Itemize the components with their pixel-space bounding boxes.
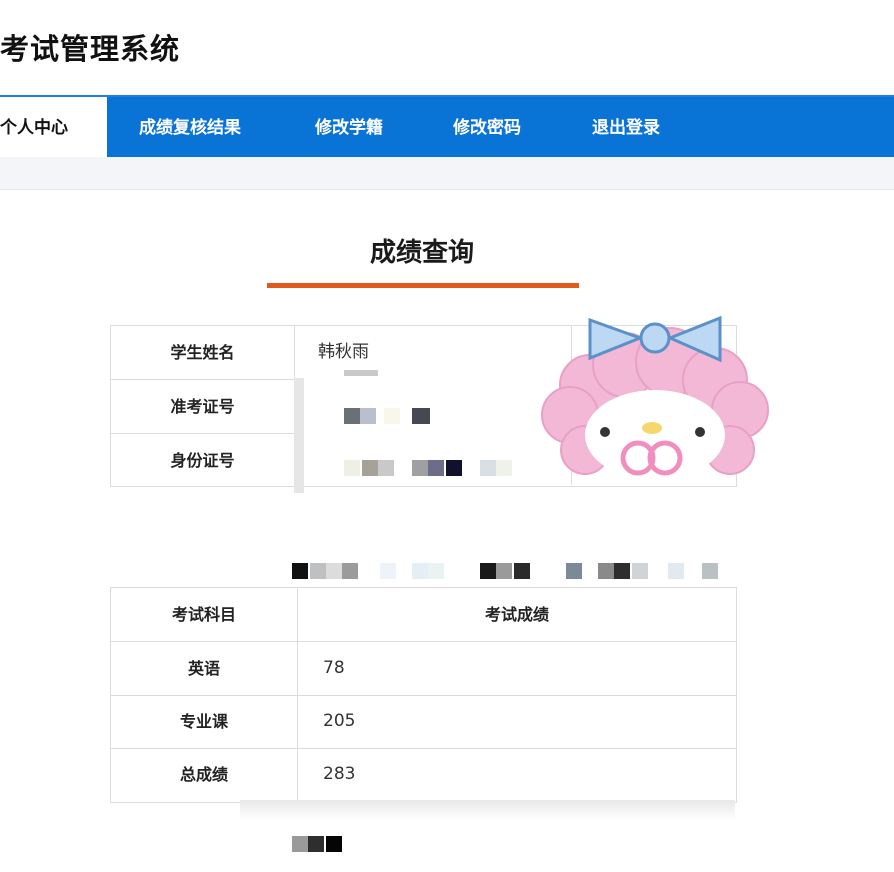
table-row: 英语 78	[111, 642, 736, 696]
nav-item-review-results[interactable]: 成绩复核结果	[139, 97, 241, 159]
column-shadow	[294, 378, 304, 493]
score-cell: 78	[323, 658, 345, 678]
bottom-shadow	[240, 800, 735, 820]
score-table: 考试科目 考试成绩 英语 78 专业课 205 总成绩 283	[110, 587, 737, 803]
info-label: 准考证号	[111, 380, 295, 433]
subject-cell: 总成绩	[111, 748, 298, 801]
info-label: 身份证号	[111, 434, 295, 487]
subject-cell: 英语	[111, 642, 298, 695]
table-row: 专业课 205	[111, 695, 736, 749]
nav-item-edit-enrollment[interactable]: 修改学籍	[315, 97, 383, 159]
main-nav: 个人中心 成绩复核结果 修改学籍 修改密码 退出登录	[0, 95, 894, 159]
app-title: 考试管理系统	[0, 32, 181, 66]
title-underline	[267, 283, 579, 288]
cartoon-sticker-icon	[541, 315, 769, 480]
score-cell: 283	[323, 764, 356, 784]
subject-cell: 专业课	[111, 695, 298, 748]
table-row: 总成绩 283	[111, 748, 736, 801]
page-title: 成绩查询	[369, 238, 474, 268]
nav-item-logout[interactable]: 退出登录	[592, 97, 660, 159]
nav-item-personal-center[interactable]: 个人中心	[0, 97, 107, 159]
info-label: 学生姓名	[111, 326, 295, 379]
score-cell: 205	[323, 711, 356, 731]
score-table-header: 考试科目 考试成绩	[111, 588, 736, 642]
sub-bar	[0, 157, 894, 190]
nav-item-change-password[interactable]: 修改密码	[453, 97, 521, 159]
column-header-score: 考试成绩	[484, 605, 549, 624]
column-header-subject: 考试科目	[111, 588, 298, 641]
